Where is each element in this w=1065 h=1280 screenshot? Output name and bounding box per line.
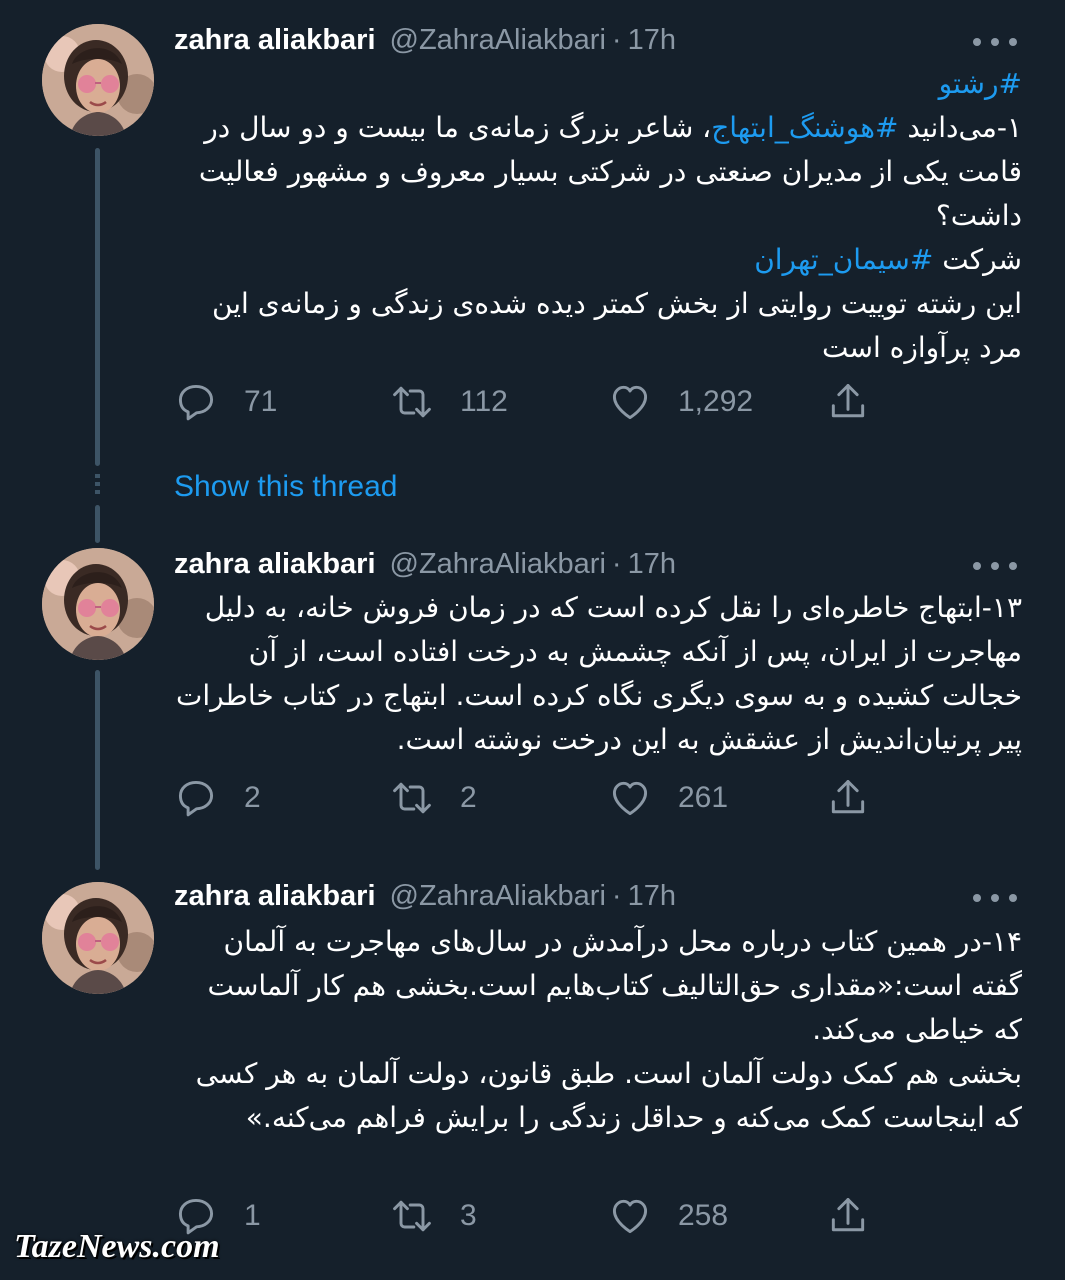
- retweet-count: 2: [460, 781, 477, 814]
- watermark-logo: TazeNews.com: [14, 1228, 220, 1265]
- tweet-text: ۱۳-ابتهاج خاطره‌ای را نقل کرده است که در…: [174, 586, 1022, 762]
- hashtag-link[interactable]: #رشتو: [939, 67, 1022, 100]
- tweet[interactable]: zahra aliakbari @ZahraAliakbari · 17h ۱۳…: [0, 530, 1065, 860]
- display-name[interactable]: zahra aliakbari: [174, 548, 376, 581]
- like-icon: [608, 1194, 652, 1238]
- reply-count: 71: [244, 385, 278, 418]
- tweet-text-segment: ۱۳-ابتهاج خاطره‌ای را نقل کرده است که در…: [175, 591, 1022, 756]
- share-icon: [826, 380, 870, 424]
- user-handle[interactable]: @ZahraAliakbari: [390, 24, 606, 57]
- tweet-text: #رشتو ۱-می‌دانید #هوشنگ_ابتهاج، شاعر بزرگ…: [174, 62, 1022, 370]
- tweet-actions: 1 3 258: [174, 1192, 894, 1240]
- more-icon[interactable]: [973, 32, 1017, 52]
- tweet-text-segment: شرکت: [933, 243, 1022, 276]
- reply-count: 2: [244, 781, 261, 814]
- tweet-paragraph: ۱۴-در همین کتاب درباره محل درآمدش در سال…: [174, 920, 1022, 1052]
- like-count: 258: [678, 1199, 729, 1232]
- tweet-text: ۱۴-در همین کتاب درباره محل درآمدش در سال…: [174, 920, 1022, 1140]
- like-count: 1,292: [678, 385, 754, 418]
- display-name[interactable]: zahra aliakbari: [174, 880, 376, 913]
- hashtag-link[interactable]: #هوشنگ_ابتهاج: [711, 111, 898, 144]
- timestamp[interactable]: 17h: [628, 548, 676, 581]
- retweet-icon: [390, 1194, 434, 1238]
- share-button[interactable]: [826, 1192, 870, 1240]
- reply-icon: [174, 380, 218, 424]
- display-name[interactable]: zahra aliakbari: [174, 24, 376, 57]
- like-button[interactable]: 261: [608, 774, 728, 822]
- tweet-actions: 71 112 1,292: [174, 378, 894, 426]
- tweet-paragraph: بخشی هم کمک دولت آلمان است. طبق قانون، د…: [174, 1052, 1022, 1140]
- user-handle[interactable]: @ZahraAliakbari: [390, 548, 606, 581]
- timestamp[interactable]: 17h: [628, 24, 676, 57]
- tweet-text-segment: بخشی هم کمک دولت آلمان است. طبق قانون، د…: [195, 1057, 1022, 1134]
- tweet-actions: 2 2 261: [174, 774, 894, 822]
- share-icon: [826, 1194, 870, 1238]
- tweet-paragraph: شرکت #سیمان_تهران: [174, 238, 1022, 282]
- retweet-count: 3: [460, 1199, 477, 1232]
- like-button[interactable]: 1,292: [608, 378, 753, 426]
- avatar-portrait: [42, 882, 154, 994]
- share-button[interactable]: [826, 378, 870, 426]
- avatar[interactable]: [42, 882, 154, 994]
- tweet-text-segment: این رشته توییت روایتی از بخش کمتر دیده ش…: [211, 287, 1022, 364]
- avatar-portrait: [42, 548, 154, 660]
- separator: ·: [611, 547, 622, 580]
- like-button[interactable]: 258: [608, 1192, 728, 1240]
- retweet-button[interactable]: 3: [390, 1192, 477, 1240]
- reply-icon: [174, 776, 218, 820]
- avatar-portrait: [42, 24, 154, 136]
- reply-button[interactable]: 2: [174, 774, 261, 822]
- avatar[interactable]: [42, 24, 154, 136]
- tweet[interactable]: zahra aliakbari @ZahraAliakbari · 17h #ر…: [0, 0, 1065, 460]
- more-icon[interactable]: [973, 556, 1017, 576]
- tweet-paragraph: #رشتو: [174, 62, 1022, 106]
- separator: ·: [611, 23, 622, 56]
- tweet-header: zahra aliakbari @ZahraAliakbari · 17h: [174, 20, 676, 60]
- avatar[interactable]: [42, 548, 154, 660]
- reply-count: 1: [244, 1199, 261, 1232]
- tweet-paragraph: ۱-می‌دانید #هوشنگ_ابتهاج، شاعر بزرگ زمان…: [174, 106, 1022, 238]
- like-icon: [608, 776, 652, 820]
- thread-gap: [95, 474, 100, 496]
- hashtag-link[interactable]: #سیمان_تهران: [754, 243, 933, 276]
- more-icon[interactable]: [973, 888, 1017, 908]
- tweet-text-segment: ۱-می‌دانید: [898, 111, 1022, 144]
- tweet-header: zahra aliakbari @ZahraAliakbari · 17h: [174, 876, 676, 916]
- retweet-icon: [390, 776, 434, 820]
- tweet-paragraph: ۱۳-ابتهاج خاطره‌ای را نقل کرده است که در…: [174, 586, 1022, 762]
- tweet-header: zahra aliakbari @ZahraAliakbari · 17h: [174, 544, 676, 584]
- user-handle[interactable]: @ZahraAliakbari: [390, 880, 606, 913]
- like-count: 261: [678, 781, 729, 814]
- share-icon: [826, 776, 870, 820]
- tweet-paragraph: این رشته توییت روایتی از بخش کمتر دیده ش…: [174, 282, 1022, 370]
- timestamp[interactable]: 17h: [628, 880, 676, 913]
- retweet-icon: [390, 380, 434, 424]
- retweet-button[interactable]: 112: [390, 378, 508, 426]
- retweet-count: 112: [460, 385, 508, 418]
- share-button[interactable]: [826, 774, 870, 822]
- retweet-button[interactable]: 2: [390, 774, 477, 822]
- show-thread-link[interactable]: Show this thread: [174, 470, 397, 504]
- tweet-text-segment: ۱۴-در همین کتاب درباره محل درآمدش در سال…: [207, 925, 1022, 1046]
- reply-button[interactable]: 71: [174, 378, 277, 426]
- separator: ·: [611, 879, 622, 912]
- tweet[interactable]: zahra aliakbari @ZahraAliakbari · 17h ۱۴…: [0, 862, 1065, 1262]
- like-icon: [608, 380, 652, 424]
